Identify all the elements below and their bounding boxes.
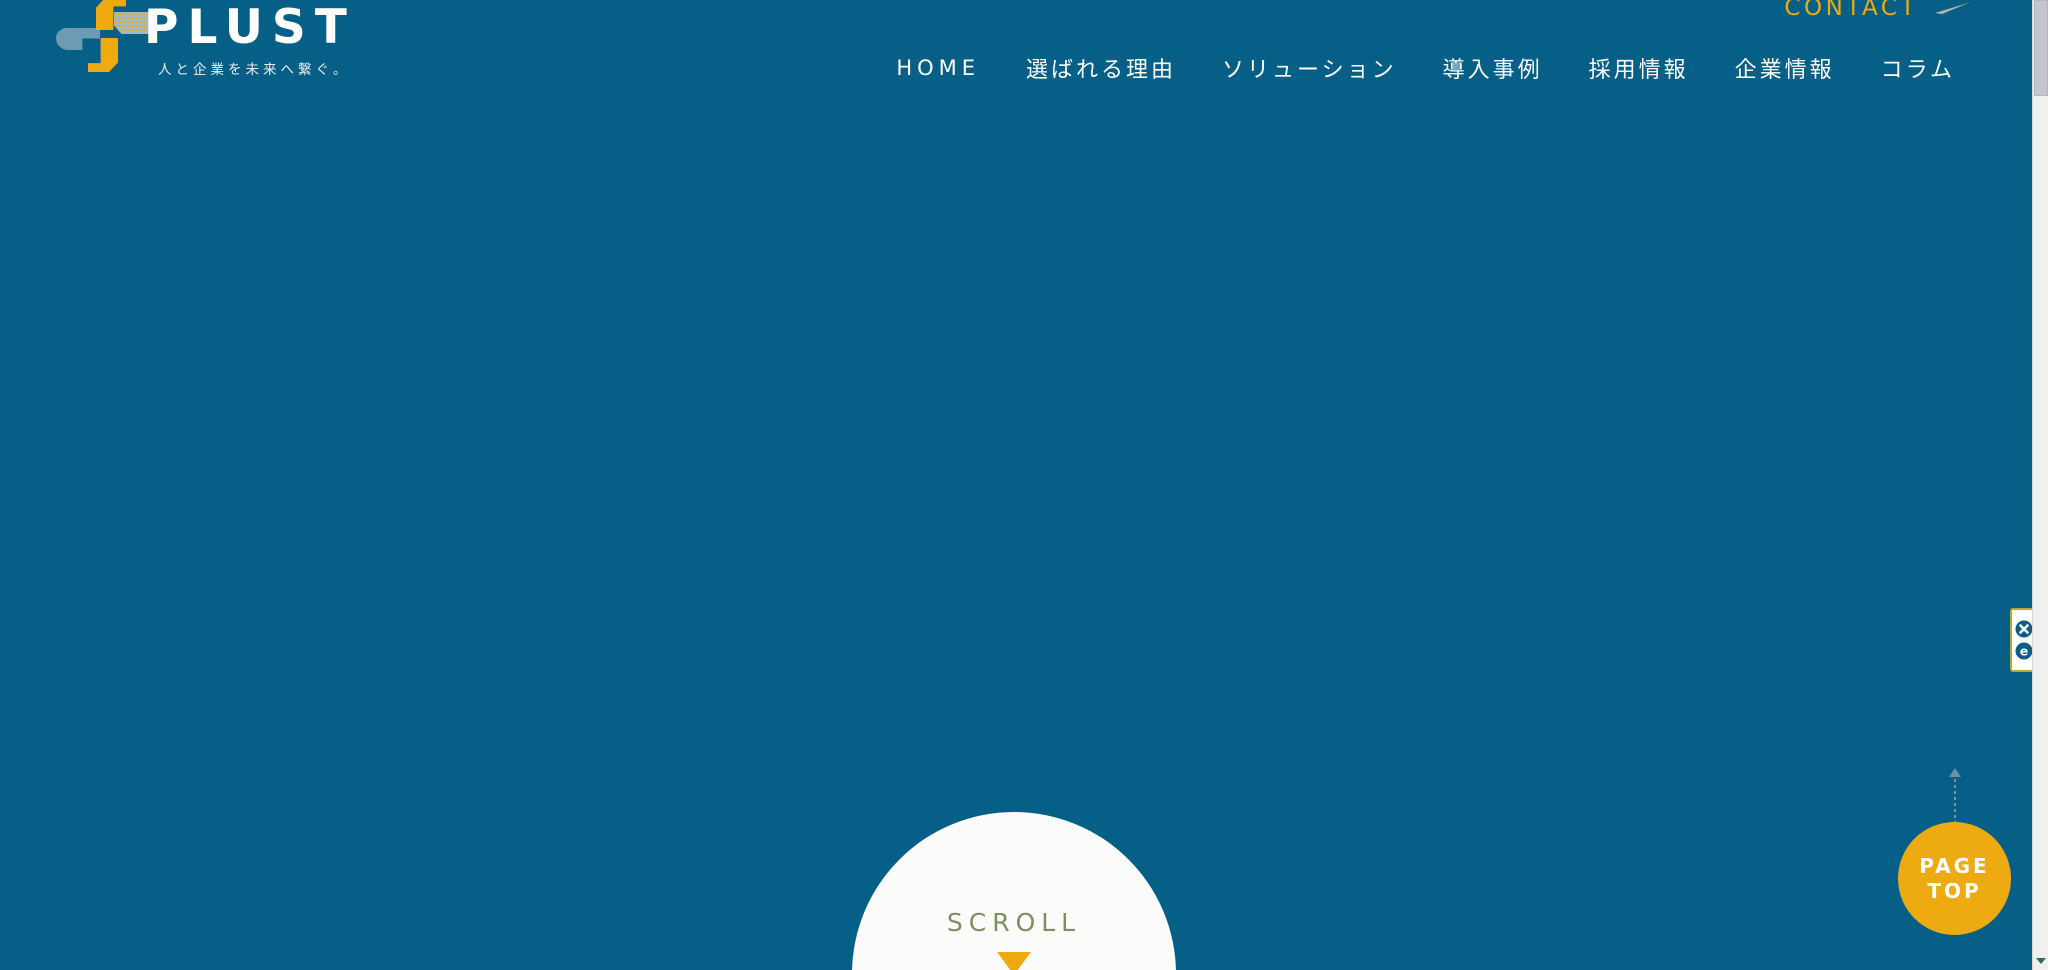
vertical-scrollbar[interactable]	[2032, 0, 2048, 970]
close-circle-icon[interactable]	[2014, 619, 2034, 639]
scroll-down-arrow-icon[interactable]	[2033, 953, 2048, 969]
page-top-label-line2: TOP	[1927, 878, 1982, 903]
logo-wordmark: PLUST	[144, 0, 356, 55]
contact-link[interactable]: CONTACT	[1784, 0, 1972, 21]
nav-item-cases[interactable]: 導入事例	[1420, 52, 1566, 84]
nav-item-reasons[interactable]: 選ばれる理由	[1003, 52, 1199, 84]
logo-mark-gold-bottom-shape	[88, 38, 118, 72]
nav-item-recruit[interactable]: 採用情報	[1566, 52, 1712, 84]
plust-logo-mark-icon	[56, 0, 156, 72]
main-navigation: HOME 選ばれる理由 ソリューション 導入事例 採用情報 企業情報 コラム	[873, 52, 1978, 84]
scrollbar-thumb[interactable]	[2034, 0, 2048, 96]
scroll-indicator[interactable]: SCROLL	[852, 812, 1176, 970]
site-header: PLUST 人と企業を未来へ繋ぐ。 CONTACT HOME 選ばれる理由 ソリ…	[0, 0, 2034, 108]
page-root: PLUST 人と企業を未来へ繋ぐ。 CONTACT HOME 選ばれる理由 ソリ…	[0, 0, 2048, 970]
e-circle-icon[interactable]: e	[2014, 641, 2034, 661]
logo-mark-slate-shape	[56, 28, 100, 50]
nav-item-column[interactable]: コラム	[1858, 52, 1978, 84]
svg-text:e: e	[2020, 644, 2028, 659]
contact-label: CONTACT	[1784, 0, 1918, 21]
nav-item-home[interactable]: HOME	[873, 56, 1003, 80]
page-top-marker	[1948, 768, 1962, 830]
nav-item-company[interactable]: 企業情報	[1712, 52, 1858, 84]
page-top-button[interactable]: PAGE TOP	[1898, 822, 2011, 935]
paper-plane-icon	[1935, 2, 1971, 14]
site-logo[interactable]: PLUST 人と企業を未来へ繋ぐ。	[48, 0, 368, 92]
logo-tagline: 人と企業を未来へ繋ぐ。	[158, 62, 351, 78]
triangle-down-icon	[997, 952, 1031, 970]
triangle-up-icon	[1949, 768, 1961, 777]
scroll-label: SCROLL	[946, 908, 1082, 937]
scroll-down-arrow-glyph	[2036, 958, 2046, 964]
nav-item-solution[interactable]: ソリューション	[1199, 52, 1420, 84]
page-top-label-line1: PAGE	[1919, 853, 1990, 878]
